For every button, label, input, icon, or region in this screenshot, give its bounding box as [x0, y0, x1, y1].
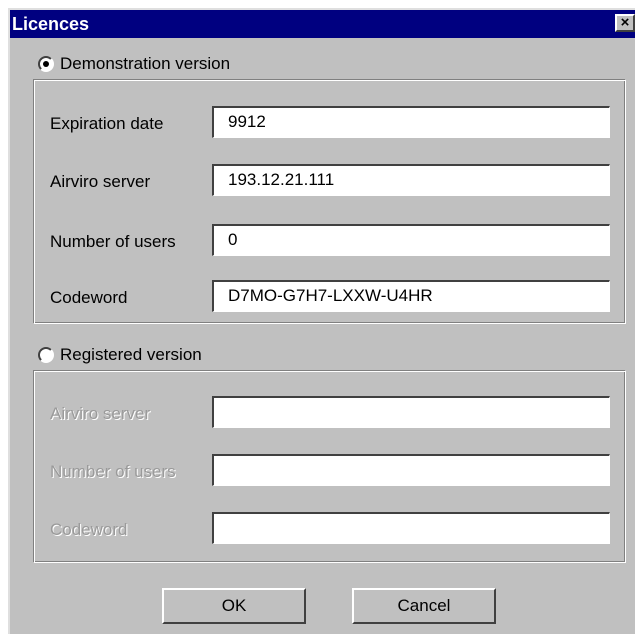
demo-radio-button[interactable]: [38, 56, 54, 72]
radio-dot-icon: [43, 61, 49, 67]
title-bar: Licences ×: [10, 10, 635, 38]
close-button[interactable]: ×: [615, 14, 635, 32]
registered-users-input[interactable]: [212, 454, 610, 486]
registered-radio-row[interactable]: Registered version: [38, 344, 202, 366]
demo-codeword-input[interactable]: D7MO-G7H7-LXXW-U4HR: [212, 280, 610, 312]
demo-users-label: Number of users: [50, 232, 176, 251]
licences-dialog: Licences × Demonstration version Expirat…: [8, 8, 635, 634]
demo-codeword-label: Codeword: [50, 288, 128, 307]
ok-button[interactable]: OK: [162, 588, 306, 624]
demo-radio-row[interactable]: Demonstration version: [38, 53, 230, 75]
registered-server-label: Airviro server: [50, 404, 151, 423]
registered-codeword-input[interactable]: [212, 512, 610, 544]
registered-codeword-label: Codeword: [50, 520, 128, 539]
cancel-button[interactable]: Cancel: [352, 588, 496, 624]
registered-server-input[interactable]: [212, 396, 610, 428]
demo-expiration-input[interactable]: 9912: [212, 106, 610, 138]
demo-expiration-label: Expiration date: [50, 114, 164, 133]
demo-server-input[interactable]: 193.12.21.111: [212, 164, 610, 196]
demo-users-input[interactable]: 0: [212, 224, 610, 256]
registered-radio-label: Registered version: [60, 345, 202, 364]
registered-users-label: Number of users: [50, 462, 176, 481]
window-title: Licences: [12, 14, 90, 34]
close-icon: ×: [620, 14, 630, 31]
demo-server-label: Airviro server: [50, 172, 151, 191]
registered-radio-button[interactable]: [38, 347, 54, 363]
demo-radio-label: Demonstration version: [60, 54, 231, 73]
